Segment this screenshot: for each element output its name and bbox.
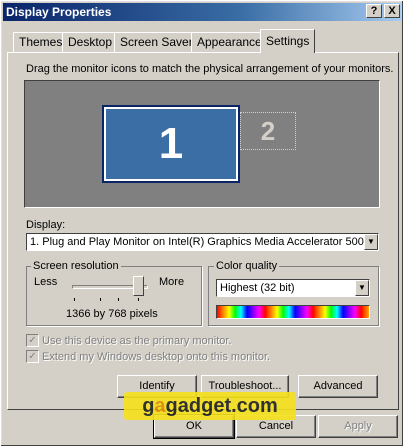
arrangement-instruction: Drag the monitor icons to match the phys… bbox=[26, 63, 394, 75]
help-button[interactable]: ? bbox=[366, 4, 382, 18]
color-spectrum-bar bbox=[216, 305, 370, 319]
tab-themes[interactable]: Themes bbox=[13, 32, 69, 52]
resolution-slider-thumb[interactable] bbox=[133, 276, 144, 296]
close-button[interactable]: X bbox=[384, 4, 400, 18]
chevron-down-icon[interactable]: ▼ bbox=[355, 280, 369, 296]
tab-screen-saver[interactable]: Screen Saver bbox=[114, 32, 199, 52]
slider-tick bbox=[100, 298, 101, 301]
primary-monitor-checkbox[interactable]: ✓ bbox=[26, 334, 39, 347]
color-quality-title: Color quality bbox=[214, 260, 280, 272]
slider-tick bbox=[138, 298, 139, 301]
chevron-down-icon[interactable]: ▼ bbox=[364, 234, 378, 250]
monitor-number: 1 bbox=[158, 119, 184, 168]
display-select-value: 1. Plug and Play Monitor on Intel(R) Gra… bbox=[30, 236, 364, 248]
button-label: Troubleshoot... bbox=[208, 380, 282, 392]
window-title: Display Properties bbox=[6, 5, 112, 19]
tab-settings[interactable]: Settings bbox=[260, 29, 316, 53]
color-quality-select[interactable]: Highest (32 bit) ▼ bbox=[216, 279, 370, 297]
tab-label: Appearance bbox=[197, 35, 262, 49]
display-label: Display: bbox=[26, 219, 66, 231]
color-quality-value: Highest (32 bit) bbox=[220, 282, 295, 294]
tab-appearance[interactable]: Appearance bbox=[191, 32, 268, 52]
advanced-button[interactable]: Advanced bbox=[298, 375, 378, 398]
monitor-number: 2 bbox=[260, 116, 276, 146]
tab-label: Desktop bbox=[68, 35, 113, 49]
display-select[interactable]: 1. Plug and Play Monitor on Intel(R) Gra… bbox=[26, 233, 379, 251]
slider-tick bbox=[74, 298, 75, 301]
button-label: Identify bbox=[139, 380, 175, 392]
monitor-2-icon[interactable]: 2 bbox=[240, 112, 296, 150]
apply-button[interactable]: Apply bbox=[318, 415, 398, 438]
tab-label: Themes bbox=[19, 35, 63, 49]
help-icon: ? bbox=[370, 5, 378, 17]
more-label: More bbox=[159, 276, 185, 288]
close-icon: X bbox=[388, 5, 396, 17]
watermark-text: a bbox=[154, 395, 166, 417]
watermark-text: g bbox=[142, 395, 155, 417]
extend-desktop-label: Extend my Windows desktop onto this moni… bbox=[42, 351, 271, 363]
button-label: Apply bbox=[344, 420, 372, 432]
primary-monitor-label: Use this device as the primary monitor. bbox=[42, 335, 232, 347]
tab-label: Screen Saver bbox=[120, 35, 193, 49]
screen-resolution-title: Screen resolution bbox=[31, 260, 121, 272]
monitor-1-icon[interactable]: 1 bbox=[102, 105, 240, 183]
less-label: Less bbox=[34, 276, 58, 288]
watermark-text: gadget.com bbox=[165, 395, 278, 417]
title-bar: Display Properties bbox=[3, 3, 401, 21]
button-label: Advanced bbox=[313, 380, 363, 392]
gagadget-watermark: gagadget.com bbox=[124, 392, 296, 420]
tab-desktop[interactable]: Desktop bbox=[62, 32, 119, 52]
resolution-value: 1366 by 768 pixels bbox=[66, 308, 158, 320]
button-label: OK bbox=[186, 420, 202, 432]
slider-tick bbox=[118, 298, 119, 301]
extend-desktop-checkbox[interactable]: ✓ bbox=[26, 350, 39, 363]
tab-label: Settings bbox=[266, 34, 310, 48]
button-label: Cancel bbox=[258, 420, 294, 432]
